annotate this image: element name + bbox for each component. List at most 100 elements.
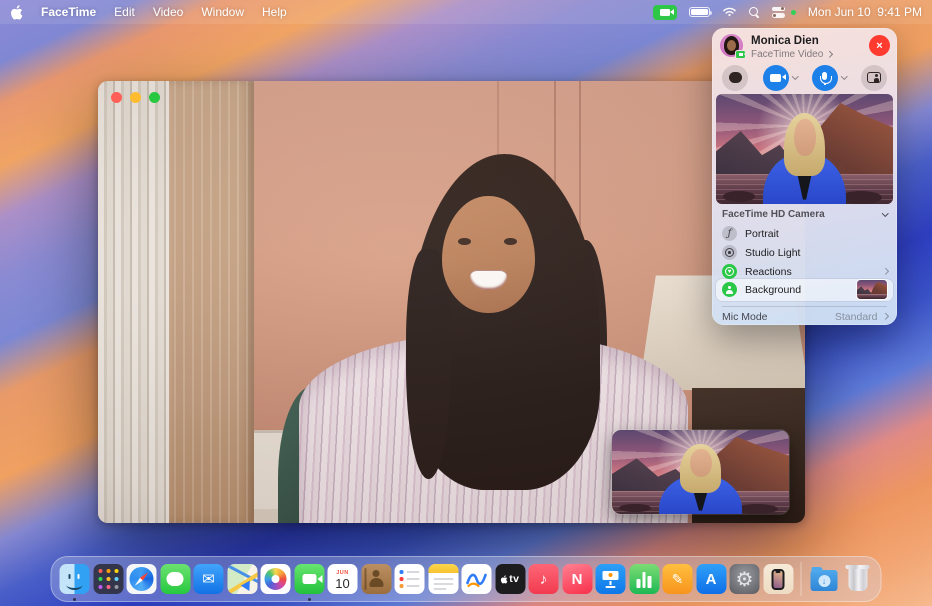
dock-icon-messages[interactable] bbox=[160, 564, 190, 594]
caller-avatar bbox=[720, 34, 743, 57]
folder-icon: ↓ bbox=[811, 570, 838, 591]
screen-share-button[interactable] bbox=[861, 65, 887, 91]
battery-icon[interactable] bbox=[689, 7, 710, 17]
facetime-window bbox=[98, 81, 805, 523]
chevron-right-icon bbox=[882, 313, 888, 319]
menu-item-video[interactable]: Video bbox=[153, 5, 183, 19]
dock-icon-finder[interactable] bbox=[60, 564, 90, 594]
camera-section-header[interactable]: FaceTime HD Camera bbox=[722, 207, 887, 222]
control-center-icon[interactable] bbox=[772, 7, 785, 18]
dock-icon-pages[interactable]: ✎ bbox=[663, 564, 693, 594]
dock-icon-trash[interactable] bbox=[843, 564, 873, 594]
wifi-icon[interactable] bbox=[722, 6, 737, 18]
dock-icon-appletv[interactable]: tv bbox=[495, 564, 525, 594]
close-window-button[interactable] bbox=[111, 92, 122, 103]
option-portrait[interactable]: ƒ Portrait bbox=[722, 224, 887, 243]
window-controls bbox=[111, 92, 160, 103]
dock-icon-contacts[interactable] bbox=[361, 564, 391, 594]
dock-icon-safari[interactable] bbox=[127, 564, 157, 594]
dock-icon-photos[interactable] bbox=[261, 564, 291, 594]
fullscreen-window-button[interactable] bbox=[149, 92, 160, 103]
dock-icon-reminders[interactable] bbox=[395, 564, 425, 594]
option-studio-light[interactable]: Studio Light bbox=[722, 243, 887, 262]
dock-icon-iphone-mirroring[interactable] bbox=[763, 564, 793, 594]
camera-preview bbox=[716, 94, 893, 204]
apple-menu[interactable] bbox=[10, 5, 23, 20]
envelope-icon: ✉ bbox=[194, 564, 224, 594]
caller-name: Monica Dien bbox=[751, 35, 819, 47]
dock-icon-system-settings[interactable]: ⚙ bbox=[730, 564, 760, 594]
compass-icon bbox=[130, 567, 154, 591]
divider bbox=[722, 306, 887, 307]
apple-logo-icon bbox=[501, 575, 508, 584]
menu-bar-clock[interactable]: Mon Jun 10 9:41 PM bbox=[808, 5, 922, 19]
self-view-pip[interactable] bbox=[612, 430, 789, 514]
screen-share-icon bbox=[867, 72, 881, 83]
finder-face-icon bbox=[60, 564, 90, 594]
status-green-dot bbox=[791, 10, 796, 15]
dock-icon-numbers[interactable] bbox=[629, 564, 659, 594]
video-badge-icon bbox=[735, 50, 746, 59]
app-grid-icon bbox=[106, 577, 110, 581]
dock-icon-news[interactable]: N bbox=[562, 564, 592, 594]
video-camera-icon bbox=[660, 9, 670, 16]
dock-icon-maps[interactable] bbox=[227, 564, 257, 594]
scribble-icon bbox=[465, 567, 489, 591]
call-type[interactable]: FaceTime Video bbox=[751, 49, 832, 60]
menu-item-window[interactable]: Window bbox=[201, 5, 244, 19]
microphone-icon bbox=[822, 72, 827, 80]
download-arrow-icon: ↓ bbox=[818, 575, 830, 587]
camera-in-use-indicator[interactable] bbox=[653, 5, 677, 20]
portrait-icon: ƒ bbox=[722, 226, 737, 241]
dock-icon-downloads[interactable]: ↓ bbox=[809, 564, 839, 594]
gear-icon: ⚙ bbox=[730, 564, 760, 594]
dock-divider bbox=[801, 562, 802, 596]
person-icon bbox=[373, 570, 380, 577]
dock: ✉ JUN10 tv ♪ N ✎ A ⚙ ↓ bbox=[51, 556, 882, 602]
mic-mode-row[interactable]: Mic Mode Standard bbox=[722, 309, 887, 324]
pen-icon: ✎ bbox=[663, 564, 693, 594]
menu-bar: FaceTime Edit Video Window Help Mon Jun … bbox=[0, 0, 932, 24]
podium-icon bbox=[603, 571, 619, 580]
dock-icon-calendar[interactable]: JUN10 bbox=[328, 564, 358, 594]
spotlight-search-icon[interactable] bbox=[749, 7, 760, 18]
message-bubble-icon bbox=[729, 72, 742, 83]
mic-toggle-button[interactable] bbox=[812, 65, 838, 91]
video-camera-icon bbox=[770, 74, 781, 82]
trash-bin-icon bbox=[848, 567, 867, 591]
dock-icon-appstore[interactable]: A bbox=[696, 564, 726, 594]
pinwheel-icon bbox=[265, 568, 287, 590]
bar-chart-icon bbox=[629, 564, 659, 594]
option-background[interactable]: Background bbox=[722, 280, 887, 299]
dock-icon-notes[interactable] bbox=[428, 564, 458, 594]
chevron-right-icon bbox=[882, 268, 888, 274]
dock-icon-launchpad[interactable] bbox=[93, 564, 123, 594]
facetime-call-panel: Monica Dien FaceTime Video × bbox=[712, 28, 897, 325]
iphone-icon bbox=[772, 569, 785, 590]
apple-logo-icon bbox=[10, 5, 23, 20]
menu-item-help[interactable]: Help bbox=[262, 5, 287, 19]
desktop: FaceTime Edit Video Window Help Mon Jun … bbox=[0, 0, 932, 606]
chevron-down-icon bbox=[882, 210, 888, 216]
music-note-icon: ♪ bbox=[529, 564, 559, 594]
minimize-window-button[interactable] bbox=[130, 92, 141, 103]
dock-icon-music[interactable]: ♪ bbox=[529, 564, 559, 594]
background-icon bbox=[722, 282, 737, 297]
mic-options-chevron[interactable] bbox=[841, 73, 847, 79]
reactions-icon: ♥ bbox=[722, 264, 737, 279]
studio-light-icon bbox=[722, 245, 737, 260]
camera-options-chevron[interactable] bbox=[792, 73, 798, 79]
end-call-button[interactable]: × bbox=[869, 35, 890, 56]
speech-bubble-icon bbox=[167, 572, 184, 586]
menu-item-facetime[interactable]: FaceTime bbox=[41, 5, 96, 19]
dock-icon-freeform[interactable] bbox=[462, 564, 492, 594]
menu-item-edit[interactable]: Edit bbox=[114, 5, 135, 19]
dock-icon-facetime[interactable] bbox=[294, 564, 324, 594]
dock-icon-mail[interactable]: ✉ bbox=[194, 564, 224, 594]
camera-toggle-button[interactable] bbox=[763, 65, 789, 91]
video-camera-icon bbox=[302, 574, 316, 584]
background-thumbnail bbox=[857, 280, 887, 299]
dock-icon-keynote[interactable] bbox=[596, 564, 626, 594]
chevron-right-icon bbox=[826, 51, 832, 57]
open-messages-button[interactable] bbox=[722, 65, 748, 91]
